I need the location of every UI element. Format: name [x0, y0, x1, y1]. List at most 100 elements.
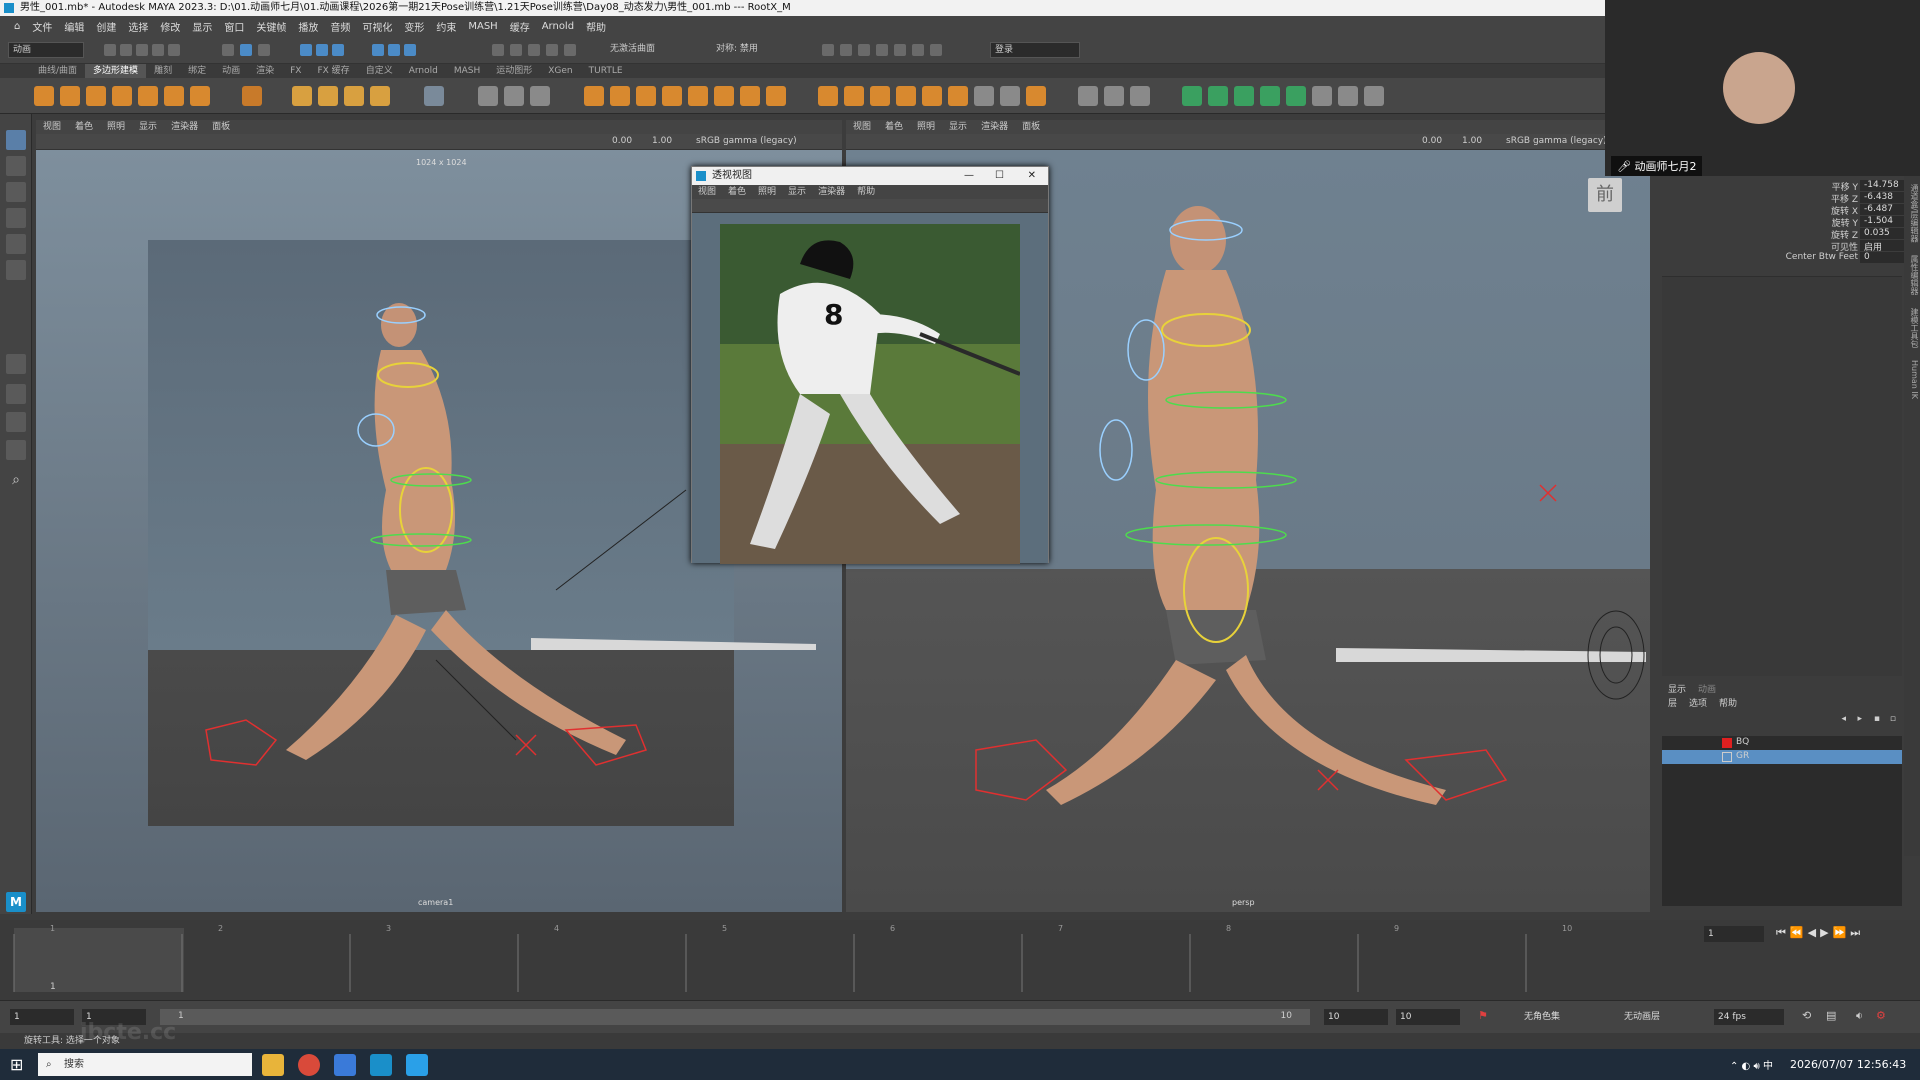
append-icon[interactable]	[740, 86, 760, 106]
rotate-tool-icon[interactable]	[6, 234, 26, 254]
playback-end-field[interactable]: 10	[1324, 1009, 1388, 1025]
cut-uv-icon[interactable]	[1312, 86, 1332, 106]
separate-icon[interactable]	[504, 86, 524, 106]
side-tab-channel-box[interactable]: 通道盒/层编辑器	[1910, 184, 1919, 243]
four-view-layout-icon[interactable]	[6, 384, 26, 404]
home-icon[interactable]: ⌂	[8, 21, 26, 32]
save-scene-icon[interactable]	[136, 44, 148, 56]
poly-plane-icon[interactable]	[164, 86, 184, 106]
right-menu-renderer[interactable]: 渲染器	[974, 120, 1015, 134]
float-menu-lighting[interactable]: 照明	[752, 185, 782, 199]
channel-row[interactable]: 旋转 Z 0.035	[1650, 228, 1920, 241]
poly-torus-icon[interactable]	[138, 86, 158, 106]
shelf-tab-mash[interactable]: MASH	[446, 64, 488, 78]
fill-hole-icon[interactable]	[714, 86, 734, 106]
connect-icon[interactable]	[948, 86, 968, 106]
sew-uv-icon[interactable]	[1338, 86, 1358, 106]
auto-key-icon[interactable]: ⚑	[1478, 1009, 1488, 1022]
left-gamma-value[interactable]: 1.00	[652, 136, 672, 146]
menu-edit[interactable]: 编辑	[58, 19, 90, 34]
system-tray-icons[interactable]: ⌃ ◐ 🔊︎ 中	[1730, 1057, 1773, 1072]
menu-modify[interactable]: 修改	[154, 19, 186, 34]
snap-grid-icon[interactable]	[492, 44, 504, 56]
menu-display[interactable]: 显示	[186, 19, 218, 34]
shelf-tab-motion-graphics[interactable]: 运动图形	[488, 64, 540, 78]
render-frame-icon[interactable]	[822, 44, 834, 56]
mask-deformers-icon[interactable]	[372, 44, 384, 56]
floating-perspective-window[interactable]: 透视视图 — ☐ ✕ 视图 着色 照明 显示 渲染器 帮助 8	[691, 166, 1049, 564]
unfold-icon[interactable]	[1364, 86, 1384, 106]
redo-icon[interactable]	[168, 44, 180, 56]
live-surface-label[interactable]: 无激活曲面	[606, 42, 686, 58]
character-set-dropdown[interactable]: 无角色集	[1520, 1009, 1610, 1025]
taskbar-search[interactable]: ⌕ 搜索	[38, 1053, 252, 1076]
right-exposure-value[interactable]: 0.00	[1422, 136, 1442, 146]
circularize-icon[interactable]	[1026, 86, 1046, 106]
layer-row-bq[interactable]: BQ	[1662, 736, 1902, 750]
left-menu-show[interactable]: 显示	[132, 120, 164, 134]
relax-icon[interactable]	[1104, 86, 1124, 106]
layer-name[interactable]: GR	[1736, 751, 1749, 761]
minimize-icon[interactable]: —	[964, 167, 974, 185]
current-frame-field[interactable]: 1	[1704, 926, 1764, 942]
left-menu-view[interactable]: 视图	[36, 120, 68, 134]
side-tab-modeling-toolkit[interactable]: 建模工具包	[1910, 308, 1919, 348]
right-menu-shading[interactable]: 着色	[878, 120, 910, 134]
multi-cut-icon[interactable]	[896, 86, 916, 106]
shelf-tab-poly-modeling[interactable]: 多边形建模	[85, 64, 147, 78]
offset-edge-loop-icon[interactable]	[870, 86, 890, 106]
bridge-icon[interactable]	[662, 86, 682, 106]
bevel-icon[interactable]	[688, 86, 708, 106]
right-menu-show[interactable]: 显示	[942, 120, 974, 134]
menu-key[interactable]: 关键帧	[250, 19, 292, 34]
symmetry-label[interactable]: 对称: 禁用	[712, 42, 796, 58]
target-weld-icon[interactable]	[922, 86, 942, 106]
maximize-icon[interactable]: ☐	[995, 167, 1004, 185]
menu-deform[interactable]: 变形	[398, 19, 430, 34]
poly-cube-icon[interactable]	[60, 86, 80, 106]
undo-icon[interactable]	[152, 44, 164, 56]
anim-layer-dropdown[interactable]: 无动画层	[1620, 1009, 1696, 1025]
new-layer-selected-icon[interactable]: ▫	[1890, 714, 1896, 724]
maya-taskbar-icon[interactable]	[370, 1054, 392, 1076]
select-object-icon[interactable]	[240, 44, 252, 56]
right-colorspace[interactable]: sRGB gamma (legacy)	[1506, 136, 1607, 146]
step-back-icon[interactable]: ◀	[1808, 926, 1820, 939]
left-menu-panels[interactable]: 面板	[205, 120, 237, 134]
play-icon[interactable]: ▶	[1820, 926, 1832, 939]
menu-file[interactable]: 文件	[26, 19, 58, 34]
shelf-tab-rendering[interactable]: 渲染	[248, 64, 282, 78]
poke-icon[interactable]	[1000, 86, 1020, 106]
layer-menu-layers[interactable]: 层	[1662, 696, 1683, 710]
layer-tab-anim[interactable]: 动画	[1692, 682, 1722, 696]
grid-icon[interactable]	[424, 86, 444, 106]
shelf-tab-fx[interactable]: FX	[282, 64, 309, 78]
mirror-icon[interactable]	[610, 86, 630, 106]
side-tab-human-ik[interactable]: Human IK	[1910, 360, 1919, 399]
layer-row-gr[interactable]: GR	[1662, 750, 1902, 764]
menuset-dropdown[interactable]: 动画	[8, 42, 84, 58]
two-view-layout-icon[interactable]	[6, 412, 26, 432]
menu-create[interactable]: 创建	[90, 19, 122, 34]
shelf-tab-animation[interactable]: 动画	[214, 64, 248, 78]
side-tab-attribute-editor[interactable]: 属性编辑器	[1910, 255, 1919, 295]
menu-select[interactable]: 选择	[122, 19, 154, 34]
insert-edge-loop-icon[interactable]	[844, 86, 864, 106]
shelf-tab-rigging[interactable]: 绑定	[180, 64, 214, 78]
snap-curve-icon[interactable]	[510, 44, 522, 56]
animation-end-field[interactable]: 10	[1396, 1009, 1460, 1025]
poly-sphere-icon[interactable]	[34, 86, 54, 106]
move-tool-icon[interactable]	[6, 208, 26, 228]
menu-help[interactable]: 帮助	[580, 19, 612, 34]
ipr-render-icon[interactable]	[840, 44, 852, 56]
combine-icon[interactable]	[478, 86, 498, 106]
channel-row[interactable]: Center Btw Feet 0	[1650, 252, 1920, 264]
new-scene-icon[interactable]	[104, 44, 116, 56]
chrome-icon[interactable]	[298, 1054, 320, 1076]
menu-playback[interactable]: 播放	[292, 19, 324, 34]
mask-joints-icon[interactable]	[300, 44, 312, 56]
scale-tool-icon[interactable]	[6, 260, 26, 280]
poly-cone-icon[interactable]	[112, 86, 132, 106]
layer-menu-help[interactable]: 帮助	[1713, 696, 1743, 710]
shelf-tab-xgen[interactable]: XGen	[540, 64, 580, 78]
